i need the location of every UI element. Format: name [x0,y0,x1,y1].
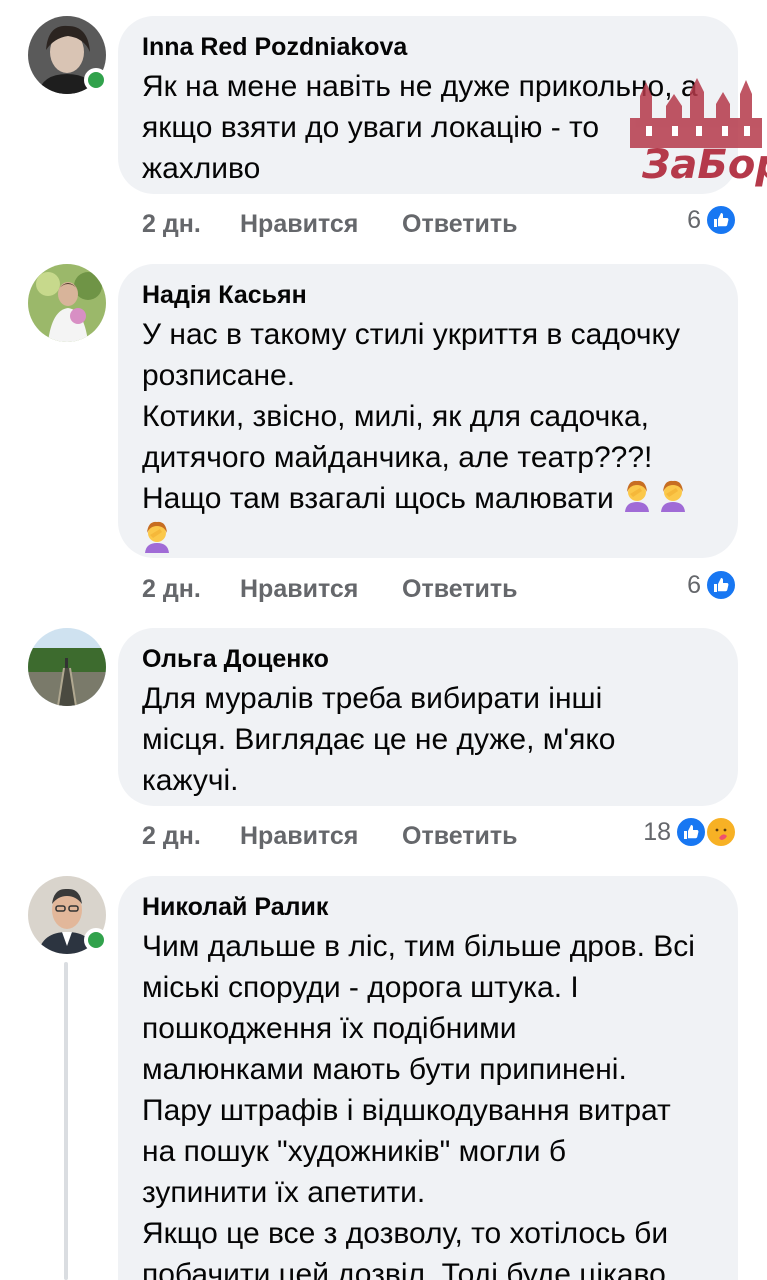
comment-line: кажучі. [142,764,239,797]
comment-line: на пошук "художників" могли б [142,1135,567,1168]
reply-button[interactable]: Ответить [402,210,518,239]
online-status-indicator [84,68,108,92]
comment-line: побачити цей дозвіл. Тоді буде цікаво, [142,1258,675,1280]
reaction-summary[interactable]: 6 [687,204,737,236]
comment-timestamp[interactable]: 2 дн. [142,575,240,604]
comment-line: Пару штрафів і відшкодування витрат [142,1094,671,1127]
comment-bubble: Надія Касьян У нас в такому стилі укритт… [118,264,738,558]
comment-line: Чим дальше в ліс, тим більше дров. Всі [142,930,695,963]
reaction-count: 18 [643,817,671,846]
comment-text: Чим дальше в ліс, тим більше дров. Всі м… [142,926,714,1280]
thumbs-up-icon [675,816,707,848]
like-button[interactable]: Нравится [240,575,402,604]
comment-text: Для муралів треба вибирати інші місця. В… [142,678,714,801]
care-reaction-icon [705,816,737,848]
comment-author[interactable]: Inna Red Pozdniakova [142,32,714,62]
comment-line: міські споруди - дорога штука. І [142,971,579,1004]
comment-line: Для муралів треба вибирати інші [142,682,603,715]
comment-text: У нас в такому стилі укриття в садочку р… [142,314,714,560]
comment-author[interactable]: Надія Касьян [142,280,714,310]
comment-timestamp[interactable]: 2 дн. [142,822,240,851]
reaction-count: 6 [687,570,701,599]
comment-line: малюнками мають бути припинені. [142,1053,627,1086]
reply-button[interactable]: Ответить [402,575,518,604]
comment-line-with-emoji: Нащо там взагалі щось малювати [142,478,714,519]
woman-facepalming-emoji [625,480,650,512]
like-button[interactable]: Нравится [240,822,402,851]
reaction-summary[interactable]: 6 [687,569,737,601]
comment-line: пошкодження їх подібними [142,1012,517,1045]
reply-thread-line [64,962,68,1280]
like-button[interactable]: Нравится [240,210,402,239]
reaction-summary[interactable]: 18 [643,816,737,848]
comment-line-text: Нащо там взагалі щось малювати [142,482,614,515]
watermark-text: ЗаБор [642,142,767,188]
comment-timestamp[interactable]: 2 дн. [142,210,240,239]
comment-line: У нас в такому стилі укриття в садочку [142,318,680,351]
comment-line: розписане. [142,359,296,392]
woman-facepalming-emoji [145,521,169,553]
comment-bubble: Николай Ралик Чим дальше в ліс, тим біль… [118,876,738,1280]
woman-facepalming-emoji [661,480,686,512]
comment-line: дитячого майданчика, але театр???! [142,441,653,474]
online-status-indicator [84,928,108,952]
comment-line: Якщо це все з дозволу, то хотілось би [142,1217,669,1250]
avatar[interactable] [28,628,106,706]
comment-author[interactable]: Николай Ралик [142,892,714,922]
comment-actions: 2 дн. Нравится Ответить [142,822,518,851]
comment-line-emoji [142,519,714,560]
avatar[interactable] [28,264,106,342]
comment-line: Котики, звісно, милі, як для садочка, [142,400,649,433]
thumbs-up-icon [705,569,737,601]
reaction-count: 6 [687,205,701,234]
thumbs-up-icon [705,204,737,236]
comment-line: місця. Виглядає це не дуже, м'яко [142,723,616,756]
comment-actions: 2 дн. Нравится Ответить [142,210,518,239]
comment-line: зупинити їх апетити. [142,1176,426,1209]
comment-author[interactable]: Ольга Доценко [142,644,714,674]
comment-actions: 2 дн. Нравится Ответить [142,575,518,604]
reply-button[interactable]: Ответить [402,822,518,851]
comment-bubble: Ольга Доценко Для муралів треба вибирати… [118,628,738,806]
